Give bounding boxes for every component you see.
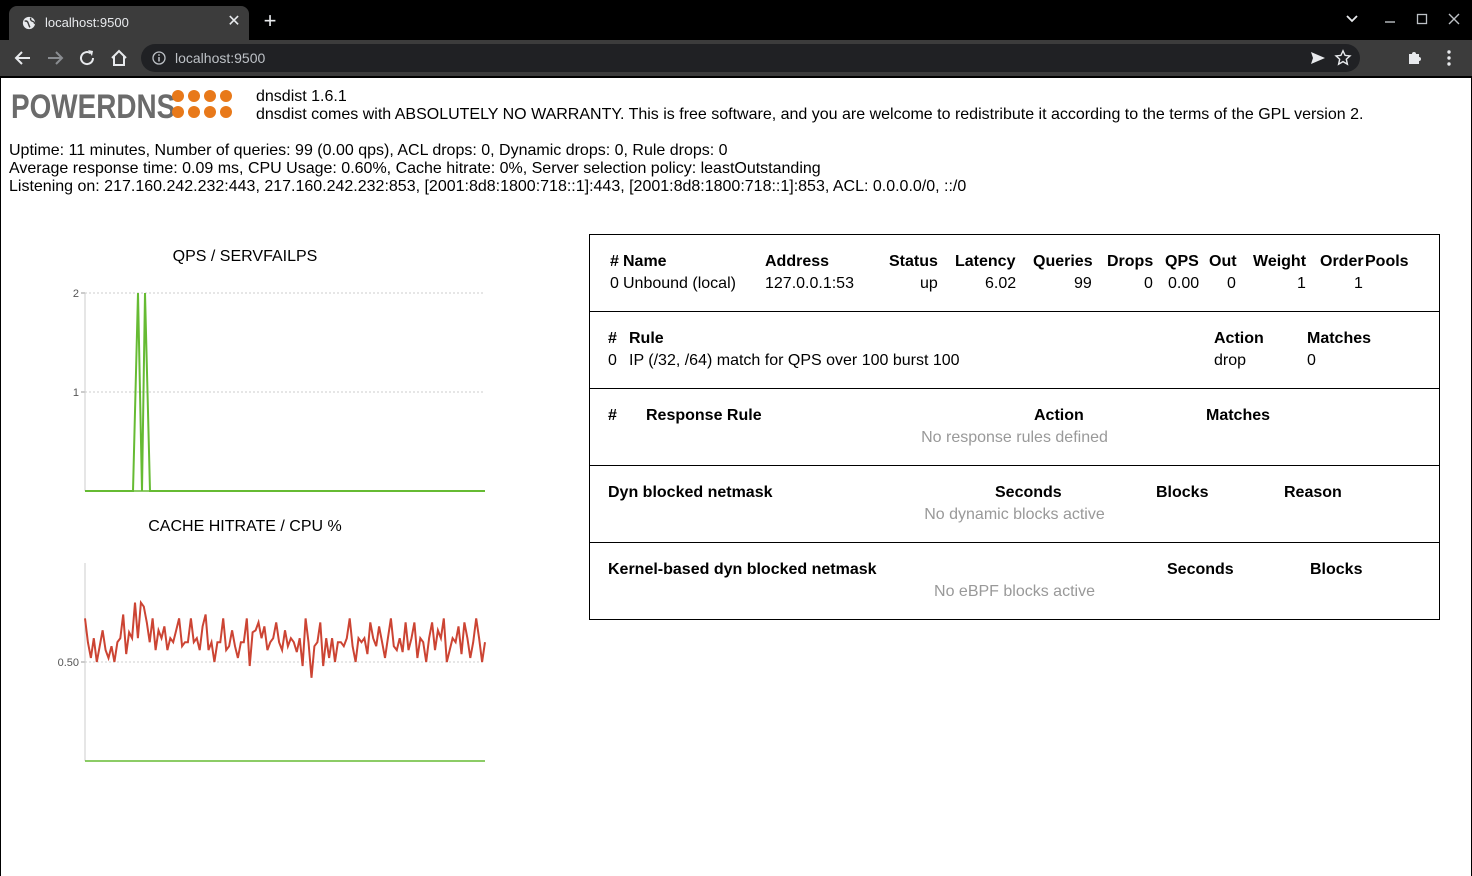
bookmark-star-icon[interactable]: [1334, 49, 1352, 67]
tab-search-chevron-icon[interactable]: [1340, 8, 1364, 32]
reload-icon[interactable]: [76, 47, 98, 69]
dyn-header-reason: Reason: [1284, 484, 1342, 501]
site-info-icon[interactable]: [152, 51, 166, 65]
globe-icon: [22, 16, 36, 30]
response-stats: Average response time: 0.09 ms, CPU Usag…: [9, 160, 821, 177]
col-header-address: Address: [765, 253, 830, 270]
dyn-header-seconds: Seconds: [995, 484, 1062, 501]
rules-header-action: Action: [1214, 330, 1264, 347]
col-header-pools: Pools: [1365, 253, 1409, 270]
home-icon[interactable]: [108, 47, 130, 69]
rule-matches: 0: [1307, 352, 1316, 369]
cache-chart-title: CACHE HITRATE / CPU %: [148, 518, 342, 535]
rules-table: # Rule Action Matches 0 IP (/32, /64) ma…: [589, 311, 1440, 389]
cache-cpu-chart: 0.50: [58, 563, 486, 762]
page-content: POWERDNS dnsdist 1.6.1 dnsdist comes wit…: [1, 78, 1471, 876]
forward-icon[interactable]: [44, 47, 66, 69]
back-icon[interactable]: [12, 47, 34, 69]
logo-dots-icon: [172, 90, 232, 118]
resp-header-action: Action: [1034, 407, 1084, 424]
col-header-queries: Queries: [1033, 253, 1093, 270]
col-header-status: Status: [889, 253, 938, 270]
server-queries: 99: [1074, 275, 1092, 292]
minimize-icon[interactable]: [1378, 8, 1402, 32]
col-header-latency: Latency: [955, 253, 1016, 270]
window-close-icon[interactable]: [1442, 8, 1466, 32]
server-name: Unbound (local): [623, 275, 736, 292]
servers-table: # Name Address Status Latency Queries Dr…: [589, 234, 1440, 312]
y-tick-label: 0.50: [58, 657, 79, 669]
server-qps: 0.00: [1168, 275, 1200, 292]
browser-tab[interactable]: localhost:9500 ✕: [9, 6, 249, 40]
resp-header-matches: Matches: [1206, 407, 1271, 424]
col-header-order: Order: [1320, 253, 1364, 270]
ebpf-header-seconds: Seconds: [1167, 561, 1234, 578]
response-rules-table: # Response Rule Action Matches No respon…: [589, 388, 1440, 466]
new-tab-icon[interactable]: +: [259, 10, 281, 32]
ebpf-blocks-empty: No eBPF blocks active: [934, 583, 1095, 600]
server-weight: 1: [1297, 275, 1306, 292]
warranty-text: dnsdist comes with ABSOLUTELY NO WARRANT…: [256, 106, 1364, 123]
dyn-header-blocks: Blocks: [1156, 484, 1209, 501]
url-text: localhost:9500: [175, 50, 266, 66]
server-latency: 6.02: [985, 275, 1017, 292]
extensions-puzzle-icon[interactable]: [1406, 49, 1424, 67]
y-tick-label: 1: [73, 387, 79, 399]
tab-close-icon[interactable]: ✕: [225, 13, 243, 31]
resp-header-num: #: [608, 407, 617, 424]
col-header-drops: Drops: [1107, 253, 1154, 270]
server-drops: 0: [1144, 275, 1153, 292]
server-address: 127.0.0.1:53: [765, 275, 854, 292]
y-tick-label: 2: [73, 288, 79, 300]
dyn-header-netmask: Dyn blocked netmask: [608, 484, 773, 501]
server-out: 0: [1227, 275, 1236, 292]
listening-stats: Listening on: 217.160.242.232:443, 217.1…: [9, 178, 967, 195]
send-tab-icon[interactable]: [1310, 50, 1326, 66]
address-bar[interactable]: localhost:9500: [141, 44, 1360, 72]
uptime-stats: Uptime: 11 minutes, Number of queries: 9…: [9, 142, 728, 159]
col-header-num: #: [610, 253, 619, 270]
ebpf-header-netmask: Kernel-based dyn blocked netmask: [608, 561, 877, 578]
rule-text: IP (/32, /64) match for QPS over 100 bur…: [629, 352, 960, 369]
browser-toolbar: localhost:9500: [0, 40, 1472, 76]
server-status: up: [920, 275, 938, 292]
server-order: 1: [1354, 275, 1363, 292]
dyn-blocks-empty: No dynamic blocks active: [924, 506, 1105, 523]
rule-action: drop: [1214, 352, 1247, 369]
ebpf-header-blocks: Blocks: [1310, 561, 1363, 578]
browser-titlebar: localhost:9500 ✕ +: [0, 0, 1472, 40]
rules-header-matches: Matches: [1307, 330, 1372, 347]
cpu-series-line: [84, 599, 486, 678]
menu-kebab-icon[interactable]: [1440, 49, 1458, 67]
response-rules-empty: No response rules defined: [921, 429, 1108, 446]
ebpf-blocks-table: Kernel-based dyn blocked netmask Seconds…: [589, 542, 1440, 620]
powerdns-logo: POWERDNS: [11, 86, 235, 126]
tab-title: localhost:9500: [45, 15, 129, 30]
server-num: 0: [610, 275, 619, 292]
rules-header-rule: Rule: [629, 330, 664, 347]
qps-chart: 21: [73, 288, 485, 492]
col-header-qps: QPS: [1165, 253, 1199, 270]
qps-chart-title: QPS / SERVFAILPS: [172, 248, 318, 265]
col-header-name: Name: [623, 253, 667, 270]
col-header-out: Out: [1209, 253, 1237, 270]
rule-num: 0: [608, 352, 617, 369]
resp-header-rule: Response Rule: [646, 407, 762, 424]
maximize-icon[interactable]: [1410, 8, 1434, 32]
version-text: dnsdist 1.6.1: [256, 88, 347, 105]
rules-header-num: #: [608, 330, 617, 347]
dyn-blocks-table: Dyn blocked netmask Seconds Blocks Reaso…: [589, 465, 1440, 543]
col-header-weight: Weight: [1253, 253, 1307, 270]
